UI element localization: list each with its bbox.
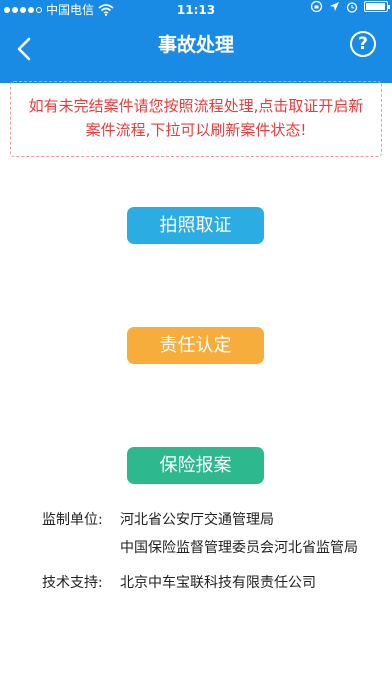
- tech-support-label: 技术支持:: [42, 575, 103, 591]
- notice-line-2: 案件流程,下拉可以刷新案件状态!: [85, 121, 307, 139]
- photo-evidence-button[interactable]: 拍照取证: [127, 207, 264, 244]
- tech-support-company: 北京中车宝联科技有限责任公司: [120, 575, 316, 591]
- page-title: 事故处理: [157, 34, 234, 56]
- status-right: [310, 0, 390, 13]
- orientation-lock-icon: [310, 0, 323, 13]
- supervision-unit-1: 河北省公安厅交通管理局: [120, 512, 274, 528]
- help-icon[interactable]: ?: [350, 31, 376, 57]
- supervision-row-2: 中国保险监督管理委员会河北省监管局: [42, 538, 358, 558]
- nav-bar: 事故处理 ?: [0, 20, 392, 83]
- supervision-label: 监制单位:: [42, 512, 103, 528]
- notice-box: 如有未完结案件请您按照流程处理,点击取证开启新 案件流程,下拉可以刷新案件状态!: [10, 81, 382, 157]
- alarm-icon: [346, 1, 358, 13]
- battery-icon: [364, 1, 390, 12]
- status-bar: 中国电信 11:13: [0, 0, 392, 20]
- supervision-unit-2: 中国保险监督管理委员会河北省监管局: [120, 540, 358, 556]
- insurance-report-button[interactable]: 保险报案: [127, 447, 264, 484]
- supervision-row: 监制单位: 河北省公安厅交通管理局: [42, 510, 274, 530]
- top-bar: 中国电信 11:13 事故处理 ?: [0, 0, 392, 83]
- notice-line-1: 如有未完结案件请您按照流程处理,点击取证开启新: [28, 97, 364, 115]
- liability-determination-button[interactable]: 责任认定: [127, 327, 264, 364]
- location-icon: [330, 2, 339, 11]
- tech-support-row: 技术支持: 北京中车宝联科技有限责任公司: [42, 573, 316, 593]
